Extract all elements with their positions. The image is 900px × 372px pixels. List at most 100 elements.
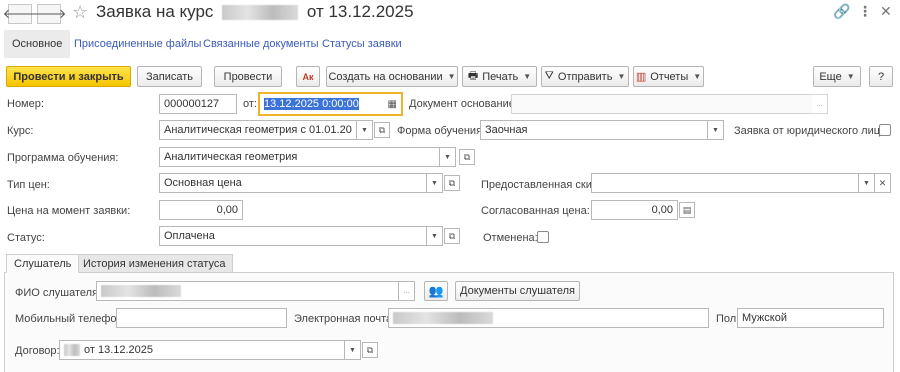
calculator-icon: ▤ xyxy=(682,204,692,215)
tab-status-history[interactable]: История изменения статуса xyxy=(75,254,234,273)
redacted-course xyxy=(222,5,299,21)
price-value: 0,00 xyxy=(216,204,238,216)
base-doc-select-button[interactable]: … xyxy=(812,94,828,114)
email-label: Электронная почта: xyxy=(294,313,396,325)
date-field[interactable]: 13.12.2025 0:00:00 ▦ xyxy=(258,92,403,116)
contract-value: от 13.12.2025 xyxy=(84,344,154,356)
post-button[interactable]: Провести xyxy=(214,66,282,87)
save-button[interactable]: Записать xyxy=(137,66,202,87)
print-button[interactable]: 🖶 Печать ▼ xyxy=(462,66,537,87)
phone-label: Мобильный телефон: xyxy=(15,313,126,325)
contract-field[interactable]: от 13.12.2025 xyxy=(59,340,345,360)
price-type-field[interactable]: Основная цена xyxy=(159,173,427,193)
reports-icon: ▥ xyxy=(635,71,647,83)
gender-value: Мужской xyxy=(742,312,787,324)
calculator-button[interactable]: ▤ xyxy=(679,202,695,218)
number-value: 000000127 xyxy=(164,98,220,110)
listener-photo-button[interactable]: 👥 xyxy=(424,281,448,301)
close-icon[interactable]: ✕ xyxy=(880,3,892,20)
discount-field[interactable] xyxy=(591,173,859,193)
number-field[interactable]: 000000127 xyxy=(159,94,237,114)
contract-label: Договор: xyxy=(15,345,60,357)
price-type-dropdown[interactable]: ▼ xyxy=(427,173,443,193)
more-icon[interactable]: ⋮ xyxy=(858,3,872,20)
send-button[interactable]: ⛛ Отправить ▼ xyxy=(541,66,629,87)
tab-listener[interactable]: Слушатель xyxy=(6,254,80,273)
price-label: Цена на момент заявки: xyxy=(7,205,131,217)
price-field[interactable]: 0,00 xyxy=(159,200,243,220)
reports-label: Отчеты xyxy=(650,70,689,83)
date-value: 13.12.2025 0:00:00 xyxy=(264,98,359,110)
window-title: Заявка на курс от 13.12.2025 xyxy=(96,2,414,22)
agreed-price-field[interactable]: 0,00 xyxy=(591,200,678,220)
discount-clear-button[interactable]: ✕ xyxy=(875,173,891,193)
fio-field[interactable] xyxy=(96,281,399,301)
tab-files[interactable]: Присоединенные файлы xyxy=(74,38,201,50)
redacted-fio xyxy=(101,285,181,297)
create-based-label: Создать на основании xyxy=(328,70,443,83)
more-button[interactable]: Еще ▼ xyxy=(813,66,861,87)
create-based-button[interactable]: Создать на основании ▼ xyxy=(326,66,458,87)
title-prefix: Заявка на курс xyxy=(96,2,214,21)
listener-documents-button[interactable]: Документы слушателя xyxy=(455,281,580,301)
forward-button[interactable]: 🡒 xyxy=(32,4,66,24)
edu-form-field[interactable]: Заочная xyxy=(480,120,708,140)
more-label: Еще xyxy=(819,70,842,83)
program-field[interactable]: Аналитическая геометрия xyxy=(159,147,440,167)
redacted-contract xyxy=(64,344,80,356)
status-field[interactable]: Оплачена xyxy=(159,226,427,246)
contract-open-button[interactable]: ⧉ xyxy=(362,342,378,358)
status-label: Статус: xyxy=(7,232,45,244)
course-field[interactable]: Аналитическая геометрия с 01.01.2021 по xyxy=(159,120,357,140)
dropdown-caret-icon: ▼ xyxy=(447,72,456,81)
open-icon: ⧉ xyxy=(463,151,471,162)
back-button[interactable]: 🡐 xyxy=(3,4,37,24)
forward-arrow-icon: 🡒 xyxy=(31,6,67,21)
price-type-open-button[interactable]: ⧉ xyxy=(444,175,460,191)
program-label: Программа обучения: xyxy=(7,152,119,164)
legal-entity-label: Заявка от юридического лица: xyxy=(734,125,890,137)
reports-button[interactable]: ▥ Отчеты ▼ xyxy=(633,66,704,87)
agreed-price-value: 0,00 xyxy=(651,204,673,216)
course-value: Аналитическая геометрия с 01.01.2021 по xyxy=(164,124,352,136)
contract-dropdown[interactable]: ▼ xyxy=(345,340,361,360)
tab-statuses[interactable]: Статусы заявки xyxy=(322,38,402,50)
discount-dropdown[interactable]: ▼ xyxy=(859,173,875,193)
course-dropdown[interactable]: ▼ xyxy=(357,120,373,140)
status-value: Оплачена xyxy=(164,230,215,242)
legal-entity-checkbox[interactable] xyxy=(879,124,891,136)
price-type-value: Основная цена xyxy=(164,177,242,189)
help-button[interactable]: ? xyxy=(869,66,893,87)
status-dropdown[interactable]: ▼ xyxy=(427,226,443,246)
fio-select-button[interactable]: … xyxy=(399,281,415,301)
status-open-button[interactable]: ⧉ xyxy=(444,228,460,244)
course-open-button[interactable]: ⧉ xyxy=(374,122,390,138)
open-icon: ⧉ xyxy=(366,344,374,355)
calendar-icon[interactable]: ▦ xyxy=(388,99,397,110)
edu-form-value: Заочная xyxy=(485,124,528,136)
program-dropdown[interactable]: ▼ xyxy=(440,147,456,167)
cancelled-checkbox[interactable] xyxy=(537,231,549,243)
link-icon[interactable]: 🔗 xyxy=(833,3,850,20)
email-field[interactable] xyxy=(388,308,709,328)
date-label: от: xyxy=(243,98,257,110)
edu-form-dropdown[interactable]: ▼ xyxy=(708,120,724,140)
send-label: Отправить xyxy=(557,70,613,83)
open-icon: ⧉ xyxy=(448,230,456,241)
tab-main[interactable]: Основное xyxy=(4,30,71,58)
star-icon[interactable]: ☆ xyxy=(72,2,88,23)
program-open-button[interactable]: ⧉ xyxy=(459,149,475,165)
title-suffix: от 13.12.2025 xyxy=(306,2,414,21)
cancelled-label: Отменена: xyxy=(483,232,538,244)
clear-icon: ✕ xyxy=(878,177,887,188)
dropdown-caret-icon: ▼ xyxy=(846,72,855,81)
send-icon: ⛛ xyxy=(544,70,554,82)
redacted-email xyxy=(393,312,493,324)
gender-label: Пол: xyxy=(716,313,740,325)
base-doc-field[interactable] xyxy=(511,94,813,114)
spelling-button[interactable]: Aк xyxy=(296,66,320,87)
tab-docs[interactable]: Связанные документы xyxy=(203,38,319,50)
gender-field[interactable]: Мужской xyxy=(737,308,884,328)
phone-field[interactable] xyxy=(116,308,287,328)
post-and-close-button[interactable]: Провести и закрыть xyxy=(6,66,131,87)
